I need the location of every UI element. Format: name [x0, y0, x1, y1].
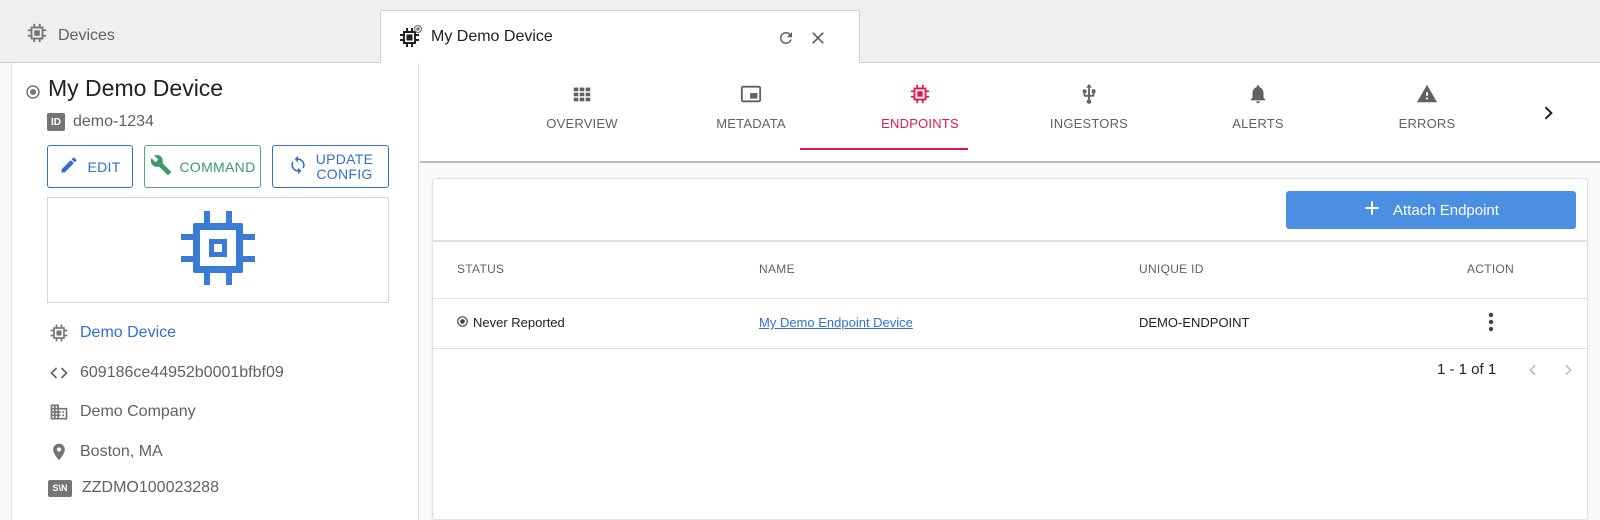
chevron-left-icon[interactable] — [1525, 362, 1541, 383]
tab-bar: Devices My Demo Device — [0, 0, 1600, 64]
endpoint-status-cell: Never Reported — [457, 315, 565, 330]
chip-icon — [909, 83, 931, 108]
device-image — [47, 197, 389, 303]
nav-ingestors[interactable]: INGESTORS — [1009, 83, 1169, 131]
endpoint-status: Never Reported — [473, 315, 565, 330]
divider — [433, 348, 1587, 349]
active-tab-indicator — [800, 148, 968, 150]
location: Boston, MA — [80, 443, 163, 460]
chip-icon — [26, 22, 48, 49]
chip-status-icon — [399, 24, 423, 47]
serial-badge-icon: S\N — [48, 479, 72, 497]
sync-icon — [288, 155, 308, 178]
column-header-status[interactable]: STATUS — [457, 262, 504, 276]
serial-number: ZZDMO100023288 — [82, 479, 219, 496]
nav-endpoints-label: ENDPOINTS — [881, 116, 959, 131]
chevron-right-icon[interactable] — [1538, 103, 1558, 128]
nav-ingestors-label: INGESTORS — [1049, 116, 1129, 131]
tab-device-detail[interactable]: My Demo Device — [380, 10, 860, 64]
plus-icon — [1363, 199, 1381, 221]
code-icon — [48, 362, 70, 384]
device-title: My Demo Device — [48, 75, 224, 101]
edit-label: EDIT — [87, 158, 121, 175]
tab-device-title: My Demo Device — [431, 28, 553, 45]
section-nav: OVERVIEW METADATA ENDPOINTS INGESTORS AL… — [420, 63, 1600, 163]
edit-button[interactable]: EDIT — [47, 145, 133, 188]
tab-devices-label: Devices — [58, 26, 115, 44]
endpoints-card: Attach Endpoint STATUS NAME UNIQUE ID AC… — [432, 178, 1588, 520]
object-id-row: 609186ce44952b0001bfbf09 — [48, 362, 284, 384]
status-dot-icon — [457, 315, 468, 330]
tab-devices[interactable]: Devices — [26, 22, 115, 49]
column-header-name[interactable]: NAME — [759, 262, 795, 276]
pencil-icon — [59, 155, 79, 178]
nav-metadata-label: METADATA — [716, 116, 786, 131]
nav-alerts[interactable]: ALERTS — [1178, 83, 1338, 131]
wrench-icon — [150, 154, 172, 179]
building-icon — [48, 401, 70, 423]
pagination-label: 1 - 1 of 1 — [1437, 361, 1497, 378]
object-id: 609186ce44952b0001bfbf09 — [80, 364, 284, 381]
company-name: Demo Company — [80, 403, 196, 420]
device-id-row: ID demo-1234 — [47, 113, 154, 131]
chip-icon — [48, 322, 70, 344]
nav-overview[interactable]: OVERVIEW — [502, 83, 662, 131]
update-config-button[interactable]: UPDATE CONFIG — [272, 145, 389, 188]
update-config-label: UPDATE CONFIG — [315, 150, 374, 182]
bell-icon — [1247, 83, 1269, 108]
nav-overview-label: OVERVIEW — [546, 116, 618, 131]
close-icon[interactable] — [809, 29, 827, 52]
column-header-action: ACTION — [1467, 262, 1515, 276]
location-row: Boston, MA — [48, 441, 163, 463]
attach-endpoint-button[interactable]: Attach Endpoint — [1286, 191, 1576, 229]
nav-endpoints[interactable]: ENDPOINTS — [840, 83, 1000, 131]
serial-row: S\N ZZDMO100023288 — [48, 479, 219, 497]
device-summary-panel: My Demo Device ID demo-1234 EDIT COMMAND… — [11, 63, 419, 520]
device-type-link[interactable]: Demo Device — [80, 324, 176, 342]
nav-errors-label: ERRORS — [1398, 116, 1456, 131]
nav-errors[interactable]: ERRORS — [1347, 83, 1507, 131]
more-vert-icon[interactable] — [1488, 312, 1494, 337]
attach-endpoint-label: Attach Endpoint — [1393, 201, 1499, 219]
company-row: Demo Company — [48, 401, 196, 423]
endpoint-name-link[interactable]: My Demo Endpoint Device — [759, 315, 913, 330]
nav-alerts-label: ALERTS — [1232, 116, 1284, 131]
command-label: COMMAND — [179, 158, 256, 175]
grid-icon — [571, 83, 593, 108]
picture-in-picture-icon — [739, 83, 763, 108]
refresh-icon[interactable] — [777, 29, 795, 52]
chevron-right-icon[interactable] — [1560, 362, 1576, 383]
warning-icon — [1415, 83, 1439, 108]
chip-large-icon — [178, 208, 258, 293]
status-dot-icon — [26, 85, 40, 104]
endpoint-unique-id: DEMO-ENDPOINT — [1139, 315, 1250, 330]
device-id: demo-1234 — [73, 113, 154, 130]
usb-icon — [1078, 83, 1100, 108]
column-header-unique-id[interactable]: UNIQUE ID — [1139, 262, 1204, 276]
location-pin-icon — [48, 441, 70, 463]
divider — [433, 298, 1587, 299]
nav-metadata[interactable]: METADATA — [671, 83, 831, 131]
id-badge-icon: ID — [47, 113, 65, 131]
command-button[interactable]: COMMAND — [144, 145, 261, 188]
device-type-row: Demo Device — [48, 322, 176, 344]
divider — [433, 240, 1587, 242]
